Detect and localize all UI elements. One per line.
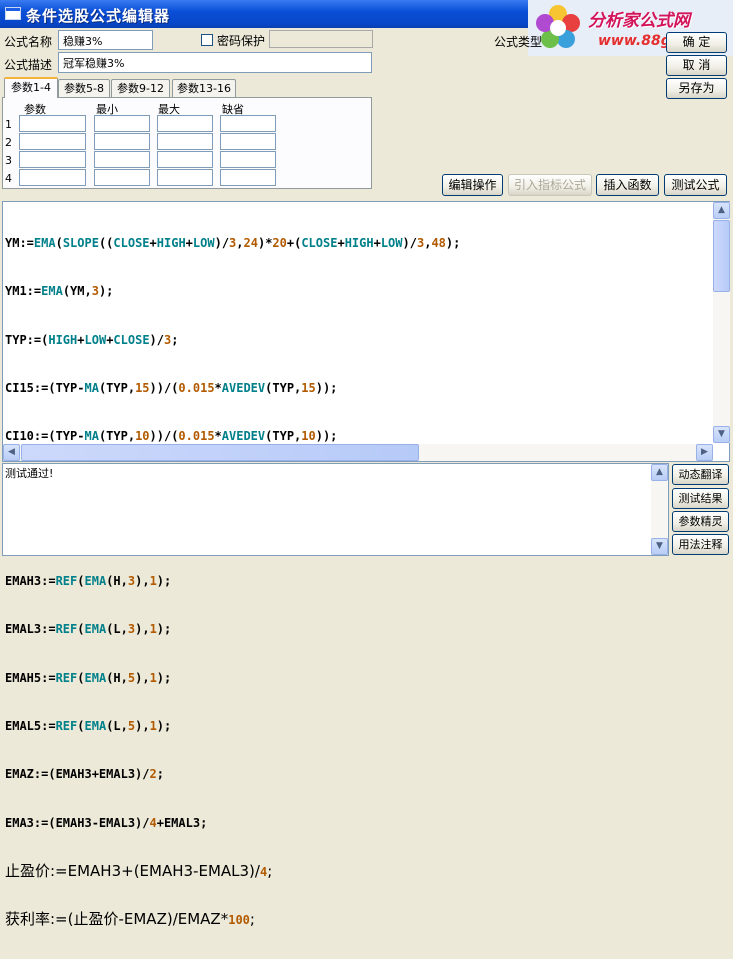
formula-name-input[interactable]: 稳赚3% — [58, 30, 153, 50]
param-3-default[interactable] — [220, 151, 276, 168]
param-row-1-label: 1 — [5, 118, 12, 131]
param-4-default[interactable] — [220, 169, 276, 186]
test-output-text: 测试通过! — [5, 467, 54, 480]
cancel-button[interactable]: 取 消 — [666, 55, 727, 76]
param-4-max[interactable] — [157, 169, 213, 186]
scroll-up-icon[interactable]: ▲ — [713, 202, 730, 219]
vertical-scroll-thumb[interactable] — [713, 220, 730, 292]
params-panel: 参数 最小 最大 缺省 1 2 3 4 — [2, 97, 372, 189]
formula-type-label: 公式类型 — [494, 35, 543, 49]
scroll-down-icon[interactable]: ▼ — [713, 426, 730, 443]
password-checkbox[interactable] — [201, 34, 213, 46]
param-row-4-label: 4 — [5, 172, 12, 185]
formula-desc-input[interactable]: 冠军稳赚3% — [58, 52, 372, 73]
formula-name-label: 公式名称 — [4, 35, 53, 49]
tab-params-13-16[interactable]: 参数13-16 — [172, 79, 236, 98]
param-2-name[interactable] — [19, 133, 86, 150]
param-1-max[interactable] — [157, 115, 213, 132]
scroll-left-icon[interactable]: ◀ — [3, 444, 20, 461]
dynamic-translate-button[interactable]: 动态翻译 — [672, 464, 729, 485]
test-formula-button[interactable]: 测试公式 — [664, 174, 727, 196]
param-3-name[interactable] — [19, 151, 86, 168]
horizontal-scroll-thumb[interactable] — [21, 444, 419, 461]
formula-code: YM:=EMA(SLOPE((CLOSE+HIGH+LOW)/3,24)*20+… — [5, 236, 461, 929]
param-1-default[interactable] — [220, 115, 276, 132]
output-scroll-down-icon[interactable]: ▼ — [651, 538, 668, 555]
ok-button[interactable]: 确 定 — [666, 32, 727, 53]
logo-name: 分析家公式网 — [588, 11, 690, 31]
param-1-name[interactable] — [19, 115, 86, 132]
output-scroll-up-icon[interactable]: ▲ — [651, 464, 668, 481]
param-2-min[interactable] — [94, 133, 150, 150]
param-2-default[interactable] — [220, 133, 276, 150]
code-vertical-scrollbar[interactable]: ▲ ▼ — [713, 202, 730, 443]
param-2-max[interactable] — [157, 133, 213, 150]
param-1-min[interactable] — [94, 115, 150, 132]
param-wizard-button[interactable]: 参数精灵 — [672, 511, 729, 532]
scroll-right-icon[interactable]: ▶ — [696, 444, 713, 461]
test-result-button[interactable]: 测试结果 — [672, 488, 729, 509]
param-row-2-label: 2 — [5, 136, 12, 149]
save-as-button[interactable]: 另存为 — [666, 78, 727, 99]
code-horizontal-scrollbar[interactable]: ◀ ▶ — [3, 444, 713, 461]
usage-notes-button[interactable]: 用法注释 — [672, 534, 729, 555]
param-4-name[interactable] — [19, 169, 86, 186]
window-icon — [5, 7, 21, 20]
insert-function-button[interactable]: 插入函数 — [596, 174, 659, 196]
tab-params-5-8[interactable]: 参数5-8 — [58, 79, 110, 98]
window-title: 条件选股公式编辑器 — [26, 7, 171, 25]
formula-code-editor[interactable]: YM:=EMA(SLOPE((CLOSE+HIGH+LOW)/3,24)*20+… — [2, 201, 730, 927]
output-vertical-scrollbar[interactable]: ▲ ▼ — [651, 464, 668, 555]
import-indicator-button[interactable]: 引入指标公式 — [508, 174, 592, 196]
param-row-3-label: 3 — [5, 154, 12, 167]
tab-params-1-4[interactable]: 参数1-4 — [4, 77, 58, 98]
password-label: 密码保护 — [217, 34, 266, 48]
test-output-panel: 测试通过! ▲ ▼ — [2, 463, 669, 556]
param-3-max[interactable] — [157, 151, 213, 168]
edit-operation-button[interactable]: 编辑操作 — [442, 174, 503, 196]
param-4-min[interactable] — [94, 169, 150, 186]
tab-params-9-12[interactable]: 参数9-12 — [111, 79, 170, 98]
formula-desc-label: 公式描述 — [4, 58, 53, 72]
param-3-min[interactable] — [94, 151, 150, 168]
password-input[interactable] — [269, 30, 373, 48]
